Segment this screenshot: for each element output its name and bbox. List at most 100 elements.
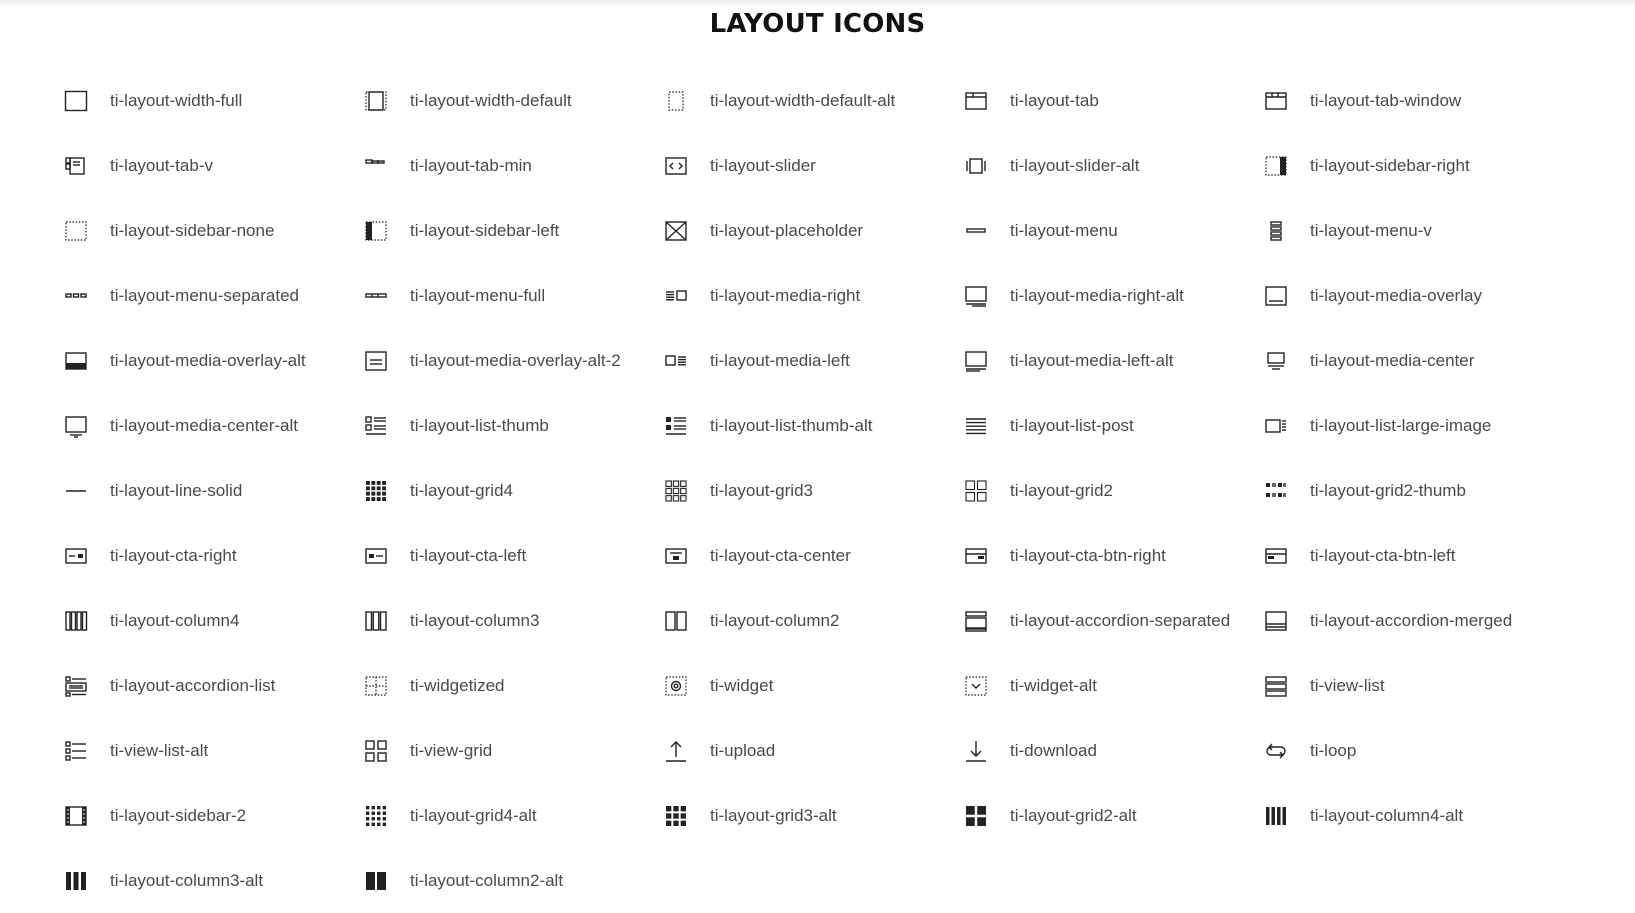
icon-item[interactable]: ti-layout-cta-center — [664, 523, 964, 588]
icon-item[interactable]: ti-layout-grid4-alt — [364, 783, 664, 848]
icon-item[interactable]: ti-layout-line-solid — [64, 458, 364, 523]
icon-item[interactable]: ti-layout-media-center — [1264, 328, 1564, 393]
icon-item[interactable]: ti-layout-slider-alt — [964, 133, 1264, 198]
icon-item[interactable]: ti-layout-grid2 — [964, 458, 1264, 523]
icon-label: ti-layout-line-solid — [110, 480, 243, 500]
icon-label: ti-layout-slider-alt — [1010, 155, 1140, 175]
icon-item[interactable]: ti-layout-accordion-merged — [1264, 588, 1564, 653]
layout-list-post-icon — [964, 414, 988, 438]
icon-item[interactable]: ti-layout-menu-full — [364, 263, 664, 328]
icon-item[interactable]: ti-layout-cta-btn-left — [1264, 523, 1564, 588]
icon-item[interactable]: ti-layout-grid4 — [364, 458, 664, 523]
icon-item[interactable]: ti-layout-media-right — [664, 263, 964, 328]
icon-item[interactable]: ti-layout-cta-left — [364, 523, 664, 588]
icon-item[interactable]: ti-layout-column2 — [664, 588, 964, 653]
layout-slider-icon — [664, 154, 688, 178]
icon-item[interactable]: ti-layout-menu-v — [1264, 198, 1564, 263]
icon-item[interactable]: ti-layout-sidebar-2 — [64, 783, 364, 848]
icon-item[interactable]: ti-layout-grid3-alt — [664, 783, 964, 848]
icon-label: ti-layout-column2 — [710, 610, 840, 630]
icon-item[interactable]: ti-layout-tab-v — [64, 133, 364, 198]
icon-item[interactable]: ti-layout-tab — [964, 68, 1264, 133]
icon-item[interactable]: ti-layout-cta-btn-right — [964, 523, 1264, 588]
icon-item[interactable]: ti-layout-cta-right — [64, 523, 364, 588]
icon-item[interactable]: ti-layout-sidebar-right — [1264, 133, 1564, 198]
view-list-icon — [1264, 674, 1288, 698]
icon-label: ti-layout-list-thumb-alt — [710, 415, 873, 435]
icon-item[interactable]: ti-layout-tab-min — [364, 133, 664, 198]
icon-label: ti-layout-list-post — [1010, 415, 1134, 435]
layout-cta-right-icon — [64, 544, 88, 568]
layout-tab-icon — [964, 89, 988, 113]
icon-item[interactable]: ti-layout-tab-window — [1264, 68, 1564, 133]
page-title: LAYOUT ICONS — [709, 9, 926, 39]
icon-item[interactable]: ti-layout-media-overlay-alt-2 — [364, 328, 664, 393]
icon-item[interactable]: ti-layout-column3-alt — [64, 848, 364, 913]
icon-item[interactable]: ti-widget — [664, 653, 964, 718]
icon-item[interactable]: ti-layout-media-left — [664, 328, 964, 393]
icon-item[interactable]: ti-upload — [664, 718, 964, 783]
top-shadow — [0, 0, 1635, 8]
icon-item[interactable]: ti-layout-media-right-alt — [964, 263, 1264, 328]
icon-item[interactable]: ti-layout-media-overlay-alt — [64, 328, 364, 393]
icon-item[interactable]: ti-layout-column2-alt — [364, 848, 664, 913]
icon-item[interactable]: ti-layout-grid2-thumb — [1264, 458, 1564, 523]
icon-label: ti-view-list-alt — [110, 740, 209, 760]
icon-item[interactable]: ti-layout-width-default — [364, 68, 664, 133]
layout-cta-btn-left-icon — [1264, 544, 1288, 568]
icon-item[interactable]: ti-layout-list-large-image — [1264, 393, 1564, 458]
icon-item[interactable]: ti-loop — [1264, 718, 1564, 783]
icon-item[interactable]: ti-layout-accordion-list — [64, 653, 364, 718]
icon-item[interactable]: ti-layout-menu-separated — [64, 263, 364, 328]
icon-item[interactable]: ti-layout-menu — [964, 198, 1264, 263]
icon-item[interactable]: ti-layout-slider — [664, 133, 964, 198]
icon-item[interactable]: ti-layout-media-overlay — [1264, 263, 1564, 328]
icon-item[interactable]: ti-widgetized — [364, 653, 664, 718]
icon-label: ti-layout-grid2-thumb — [1310, 480, 1466, 500]
icon-item[interactable]: ti-layout-grid3 — [664, 458, 964, 523]
icon-item[interactable]: ti-layout-column4-alt — [1264, 783, 1564, 848]
icon-item[interactable]: ti-layout-grid2-alt — [964, 783, 1264, 848]
icon-item[interactable]: ti-layout-list-thumb — [364, 393, 664, 458]
icon-label: ti-view-grid — [410, 740, 493, 760]
icon-item[interactable]: ti-layout-column4 — [64, 588, 364, 653]
icon-item[interactable]: ti-layout-width-full — [64, 68, 364, 133]
icon-item[interactable]: ti-widget-alt — [964, 653, 1264, 718]
icon-item[interactable]: ti-layout-sidebar-none — [64, 198, 364, 263]
icon-item[interactable]: ti-view-list-alt — [64, 718, 364, 783]
icon-item[interactable]: ti-view-grid — [364, 718, 664, 783]
view-list-alt-icon — [64, 739, 88, 763]
icon-item[interactable]: ti-view-list — [1264, 653, 1564, 718]
layout-column4-icon — [64, 609, 88, 633]
layout-media-center-icon — [1264, 349, 1288, 373]
icon-label: ti-layout-column3 — [410, 610, 540, 630]
icon-label: ti-view-list — [1310, 675, 1385, 695]
icon-label: ti-widget — [710, 675, 774, 695]
layout-grid4-icon — [364, 479, 388, 503]
icon-label: ti-loop — [1310, 740, 1357, 760]
icon-label: ti-layout-width-default-alt — [710, 90, 896, 110]
icon-label: ti-layout-list-thumb — [410, 415, 549, 435]
icon-item[interactable]: ti-layout-column3 — [364, 588, 664, 653]
icon-label: ti-layout-accordion-list — [110, 675, 276, 695]
icon-grid: ti-layout-width-full ti-layout-width-defa… — [64, 68, 1564, 913]
icon-item[interactable]: ti-layout-list-thumb-alt — [664, 393, 964, 458]
icon-item[interactable]: ti-layout-media-left-alt — [964, 328, 1264, 393]
icon-item[interactable]: ti-layout-accordion-separated — [964, 588, 1264, 653]
widget-icon — [664, 674, 688, 698]
icon-item[interactable]: ti-layout-sidebar-left — [364, 198, 664, 263]
icon-item[interactable]: ti-layout-list-post — [964, 393, 1264, 458]
layout-column3-alt-icon — [64, 869, 88, 893]
layout-column3-icon — [364, 609, 388, 633]
layout-media-overlay-icon — [1264, 284, 1288, 308]
layout-media-left-alt-icon — [964, 349, 988, 373]
icon-label: ti-layout-cta-btn-left — [1310, 545, 1456, 565]
layout-accordion-separated-icon — [964, 609, 988, 633]
icon-item[interactable]: ti-layout-width-default-alt — [664, 68, 964, 133]
widget-alt-icon — [964, 674, 988, 698]
layout-menu-full-icon — [364, 284, 388, 308]
icon-item[interactable]: ti-layout-media-center-alt — [64, 393, 364, 458]
view-grid-icon — [364, 739, 388, 763]
icon-item[interactable]: ti-layout-placeholder — [664, 198, 964, 263]
icon-item[interactable]: ti-download — [964, 718, 1264, 783]
